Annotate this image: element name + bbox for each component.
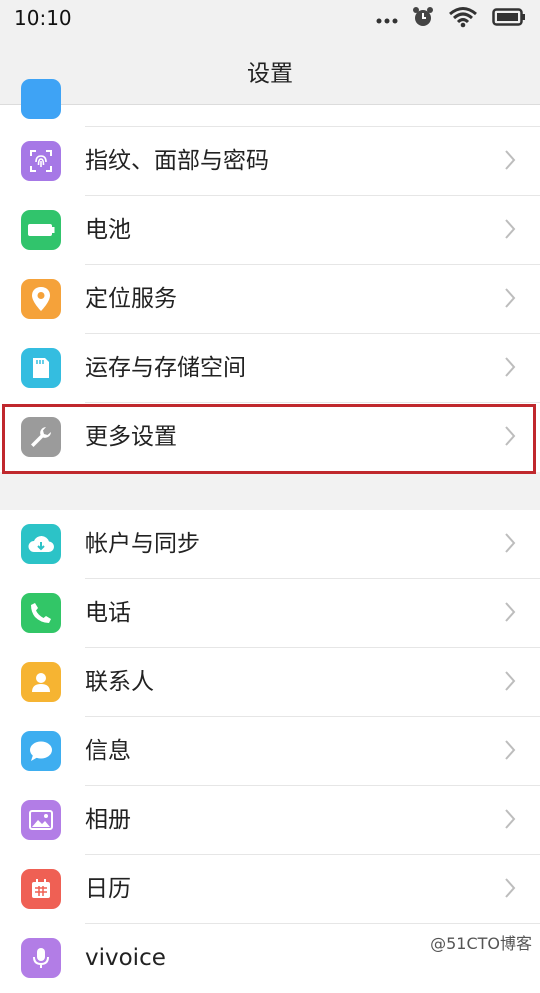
battery-icon: [21, 210, 61, 250]
battery-icon: [492, 7, 526, 31]
photo-icon: [21, 800, 61, 840]
status-icons: [376, 6, 526, 32]
chevron-right-icon: [504, 425, 516, 451]
settings-row-messages[interactable]: 信息: [0, 717, 540, 786]
chevron-right-icon: [504, 287, 516, 313]
person-icon: [21, 662, 61, 702]
settings-row-partial[interactable]: [0, 79, 540, 127]
settings-row-label: vivoice: [85, 945, 166, 971]
settings-row-label: 定位服务: [85, 286, 177, 312]
settings-row-phone[interactable]: 电话: [0, 579, 540, 648]
chevron-right-icon: [504, 877, 516, 903]
chevron-right-icon: [504, 670, 516, 696]
watermark: @51CTO博客: [430, 934, 532, 953]
title-bar: 设置: [0, 38, 540, 105]
cloud-icon: [21, 524, 61, 564]
wifi-icon: [448, 6, 478, 32]
settings-row-more-settings[interactable]: 更多设置: [0, 403, 540, 472]
settings-row-label: 联系人: [85, 669, 154, 695]
chevron-right-icon: [504, 356, 516, 382]
settings-row-label: 运存与存储空间: [85, 355, 246, 381]
more-dots-icon: [376, 10, 398, 29]
settings-row-contacts[interactable]: 联系人: [0, 648, 540, 717]
settings-row-label: 更多设置: [85, 424, 177, 450]
settings-row-photos[interactable]: 相册: [0, 786, 540, 855]
settings-row-battery[interactable]: 电池: [0, 196, 540, 265]
microphone-icon: [21, 938, 61, 978]
settings-row-label: 指纹、面部与密码: [85, 148, 269, 174]
chevron-right-icon: [504, 739, 516, 765]
settings-row-label: 电池: [85, 217, 131, 243]
location-pin-icon: [21, 279, 61, 319]
settings-row-label: 日历: [85, 876, 131, 902]
chevron-right-icon: [504, 218, 516, 244]
settings-row-label: 相册: [85, 807, 131, 833]
calendar-icon: [21, 869, 61, 909]
settings-row-label: 帐户与同步: [85, 531, 200, 557]
message-bubble-icon: [21, 731, 61, 771]
alarm-icon: [412, 6, 434, 32]
settings-row-label: 电话: [85, 600, 131, 626]
settings-row-storage[interactable]: 运存与存储空间: [0, 334, 540, 403]
settings-group-1: 指纹、面部与密码 电池 定位服务 运存与存储空间 更多设置: [0, 79, 540, 472]
wrench-icon: [21, 417, 61, 457]
settings-row-fingerprint[interactable]: 指纹、面部与密码: [0, 127, 540, 196]
settings-row-accounts[interactable]: 帐户与同步: [0, 510, 540, 579]
chevron-right-icon: [504, 808, 516, 834]
page-title: 设置: [247, 61, 293, 87]
status-time: 10:10: [14, 6, 72, 30]
settings-row-location[interactable]: 定位服务: [0, 265, 540, 334]
settings-row-calendar[interactable]: 日历: [0, 855, 540, 924]
partial-blue-icon: [21, 79, 61, 119]
phone-icon: [21, 593, 61, 633]
fingerprint-icon: [21, 141, 61, 181]
chevron-right-icon: [504, 532, 516, 558]
settings-row-label: 信息: [85, 738, 131, 764]
chevron-right-icon: [504, 601, 516, 627]
status-bar: 10:10: [0, 0, 540, 38]
chevron-right-icon: [504, 149, 516, 175]
sd-card-icon: [21, 348, 61, 388]
settings-group-2: 帐户与同步 电话 联系人 信息 相册 日历 vivoice: [0, 510, 540, 993]
